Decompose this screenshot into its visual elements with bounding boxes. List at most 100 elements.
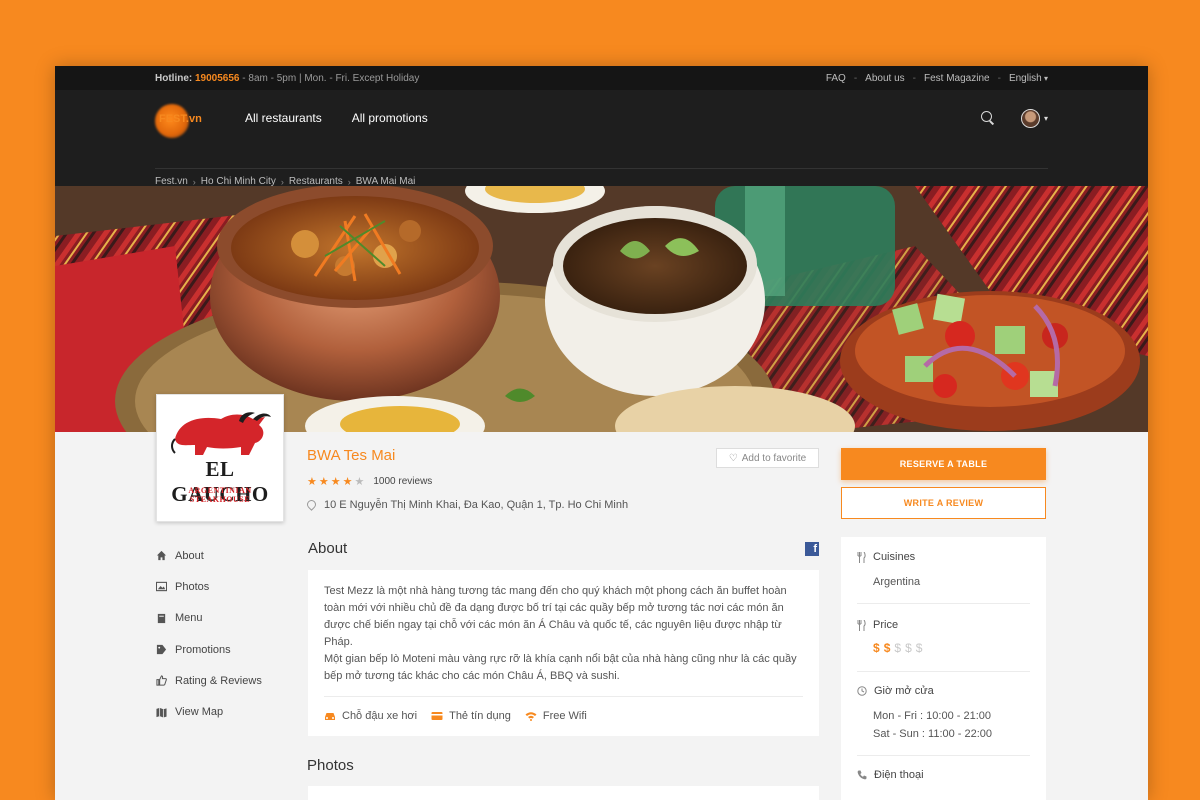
rating-stars: ★ ★ ★ ★ ★ 1000 reviews bbox=[307, 475, 432, 488]
sidemenu-rating-reviews[interactable]: Rating & Reviews bbox=[156, 665, 262, 696]
browser-page: Hotline: 19005656 - 8am - 5pm | Mon. - F… bbox=[55, 66, 1148, 800]
thumbs-up-icon bbox=[156, 675, 167, 686]
divider bbox=[857, 755, 1030, 756]
price-section: Price $$$$$ bbox=[857, 619, 1030, 655]
car-icon bbox=[325, 713, 335, 720]
photos-card bbox=[308, 786, 819, 800]
star-icon: ★ bbox=[307, 476, 317, 488]
info-card: Cuisines Argentina Price $$$$$ Giờ mở cử… bbox=[841, 537, 1046, 800]
nav-all-promotions[interactable]: All promotions bbox=[352, 111, 428, 125]
fest-magazine-link[interactable]: Fest Magazine bbox=[924, 73, 990, 84]
about-heading: About bbox=[308, 540, 348, 557]
hotline-hours: - 8am - 5pm | Mon. - Fri. Except Holiday bbox=[239, 72, 420, 84]
hours-weekend: Sat - Sun : 11:00 - 22:00 bbox=[873, 728, 993, 740]
reserve-table-button[interactable]: RESERVE A TABLE bbox=[841, 448, 1046, 480]
logo-subtitle: ARGENTINIAN STEAKHOUSE bbox=[188, 486, 252, 504]
hours-title: Giờ mở cửa bbox=[857, 685, 1030, 697]
sidemenu-label: Photos bbox=[175, 580, 210, 593]
phone-icon bbox=[857, 770, 867, 780]
chevron-right-icon: › bbox=[280, 176, 284, 187]
divider bbox=[857, 603, 1030, 604]
sidemenu-label: About bbox=[175, 549, 204, 562]
divider bbox=[857, 671, 1030, 672]
avatar[interactable] bbox=[1020, 108, 1040, 128]
star-icon: ★ bbox=[318, 476, 329, 488]
sidemenu-view-map[interactable]: View Map bbox=[156, 696, 262, 727]
chevron-down-icon[interactable]: ▾ bbox=[1044, 114, 1048, 123]
logo-text-suffix: .vn bbox=[185, 113, 202, 125]
star-empty-icon: ★ bbox=[354, 476, 365, 488]
tag-icon bbox=[156, 644, 167, 655]
about-paragraph-1: Test Mezz là một nhà hàng tương tác mang… bbox=[324, 585, 787, 648]
hours-list: Mon - Fri : 10:00 - 21:00 Sat - Sun : 11… bbox=[873, 707, 1030, 743]
language-select[interactable]: English bbox=[1009, 73, 1048, 84]
amenity-parking: Chỗ đậu xe hơi bbox=[324, 710, 417, 722]
wifi-icon bbox=[525, 712, 537, 721]
top-info-bar: Hotline: 19005656 - 8am - 5pm | Mon. - F… bbox=[55, 66, 1148, 90]
about-paragraph-2: Một gian bếp lò Moteni màu vàng rực rỡ l… bbox=[324, 653, 797, 682]
star-icon: ★ bbox=[342, 476, 353, 488]
facebook-icon[interactable]: f bbox=[805, 542, 819, 556]
home-icon bbox=[156, 551, 167, 561]
divider bbox=[324, 696, 803, 697]
price-dollar-on: $ bbox=[883, 641, 895, 655]
hours-section: Giờ mở cửa Mon - Fri : 10:00 - 21:00 Sat… bbox=[857, 685, 1030, 743]
hotline: Hotline: 19005656 - 8am - 5pm | Mon. - F… bbox=[155, 73, 419, 84]
hotline-label: Hotline: bbox=[155, 72, 193, 84]
nav-divider bbox=[155, 168, 1048, 169]
section-menu: About Photos Menu Promotions Rating & Re… bbox=[156, 540, 262, 728]
sidemenu-promotions[interactable]: Promotions bbox=[156, 634, 262, 665]
sidemenu-photos[interactable]: Photos bbox=[156, 571, 262, 602]
sidemenu-label: View Map bbox=[175, 706, 224, 719]
fork-knife-icon bbox=[857, 551, 866, 563]
separator: - bbox=[853, 72, 858, 84]
faq-link[interactable]: FAQ bbox=[826, 73, 846, 84]
main-nav: FEST.vn All restaurants All promotions ▾… bbox=[55, 90, 1148, 187]
price-dollar-on: $ bbox=[873, 641, 884, 655]
amenity-label: Chỗ đậu xe hơi bbox=[342, 710, 418, 722]
address: 10 E Nguyễn Thị Minh Khai, Đa Kao, Quận … bbox=[307, 499, 628, 511]
hours-weekday: Mon - Fri : 10:00 - 21:00 bbox=[873, 710, 991, 722]
amenity-label: Free Wifi bbox=[542, 710, 587, 722]
sidemenu-label: Rating & Reviews bbox=[175, 674, 262, 687]
price-dollar-off: $ bbox=[894, 641, 906, 655]
sidemenu-about[interactable]: About bbox=[156, 540, 262, 571]
address-text: 10 E Nguyễn Thị Minh Khai, Đa Kao, Quận … bbox=[324, 499, 629, 511]
amenity-wifi: Free Wifi bbox=[525, 710, 587, 722]
chevron-right-icon: › bbox=[192, 176, 196, 187]
book-icon bbox=[157, 613, 166, 623]
bull-logo-icon bbox=[171, 412, 271, 455]
review-count[interactable]: 1000 reviews bbox=[373, 476, 432, 487]
amenity-label: Thẻ tín dụng bbox=[449, 710, 511, 722]
credit-card-icon bbox=[431, 712, 443, 720]
about-us-link[interactable]: About us bbox=[865, 73, 904, 84]
image-icon bbox=[156, 582, 167, 592]
price-dollar-off: $ bbox=[915, 641, 927, 655]
star-icon: ★ bbox=[330, 476, 341, 488]
user-menu[interactable]: ▾ bbox=[1020, 108, 1048, 128]
sidemenu-label: Promotions bbox=[175, 643, 231, 656]
about-text: Test Mezz là một nhà hàng tương tác mang… bbox=[308, 570, 819, 685]
phone-label: Điện thoại bbox=[874, 769, 924, 781]
search-icon[interactable] bbox=[980, 111, 995, 125]
separator: - bbox=[997, 72, 1001, 84]
hotline-number[interactable]: 19005656 bbox=[195, 73, 240, 84]
amenity-credit-card: Thẻ tín dụng bbox=[431, 710, 511, 722]
chevron-right-icon: › bbox=[347, 176, 351, 187]
logo-text-main: FEST bbox=[159, 113, 186, 125]
sidemenu-menu[interactable]: Menu bbox=[156, 603, 262, 634]
fest-logo[interactable]: FEST.vn bbox=[155, 100, 217, 138]
separator: - bbox=[912, 72, 916, 84]
top-links: FAQ - About us - Fest Magazine - English bbox=[826, 73, 1048, 84]
add-to-favorite-button[interactable]: ♡ Add to favorite bbox=[716, 448, 819, 468]
nav-all-restaurants[interactable]: All restaurants bbox=[245, 111, 322, 125]
price-level: $$$$$ bbox=[873, 641, 1030, 655]
cuisines-value: Argentina bbox=[873, 576, 921, 588]
phone-section: Điện thoại bbox=[857, 769, 1030, 781]
phone-title: Điện thoại bbox=[857, 769, 1030, 781]
price-dollar-off: $ bbox=[905, 641, 916, 655]
sidemenu-label: Menu bbox=[175, 612, 203, 625]
restaurant-logo: EL GAUCHO ARGENTINIAN STEAKHOUSE bbox=[156, 394, 284, 522]
location-pin-icon bbox=[307, 500, 315, 510]
write-review-button[interactable]: WRITE A REVIEW bbox=[841, 487, 1046, 519]
